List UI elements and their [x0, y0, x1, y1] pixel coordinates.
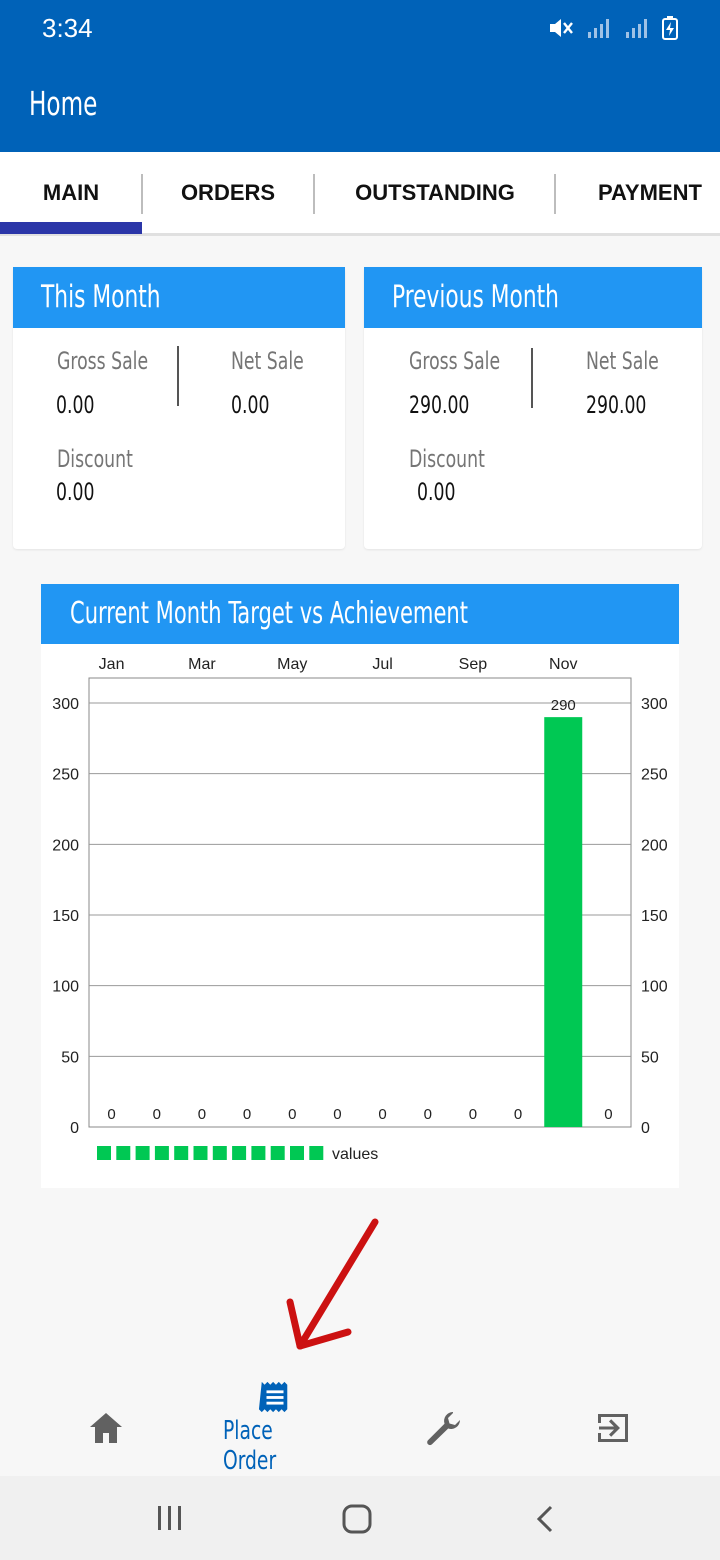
legend-label: values	[332, 1146, 378, 1163]
this-month-header: This Month	[13, 267, 345, 328]
status-time: 3:34	[42, 13, 93, 43]
divider	[531, 348, 533, 408]
legend-swatch	[116, 1146, 131, 1160]
nav-place-order[interactable]: Place Order	[210, 1380, 340, 1476]
tab-payment[interactable]: PAYMENT	[578, 152, 720, 234]
back-icon[interactable]	[533, 1504, 557, 1534]
nav-logout[interactable]	[563, 1380, 663, 1476]
gross-sale-value: 0.00	[56, 391, 95, 419]
legend-swatch	[154, 1146, 169, 1160]
app-bar: Home	[0, 56, 720, 152]
bar-value-label: 0	[514, 1106, 522, 1123]
wrench-icon	[427, 1412, 460, 1446]
status-icons	[548, 15, 678, 41]
x-tick-label: Sep	[459, 656, 488, 673]
x-tick-label: Mar	[188, 656, 216, 673]
legend-swatch	[97, 1146, 111, 1160]
y-tick-label-right: 200	[641, 837, 668, 854]
tab-bar: MAIN ORDERS OUTSTANDING PAYMENT	[0, 152, 720, 236]
nav-tools[interactable]	[393, 1380, 493, 1476]
y-tick-label-left: 250	[52, 767, 79, 784]
bar-chart: 0 0 50 50 100 100 150 150 200 200 250 250 300 300 Jan M…	[52, 656, 668, 1163]
previous-month-title: Previous Month	[392, 279, 559, 315]
legend-swatch	[135, 1146, 150, 1160]
this-month-card: This Month Gross Sale 0.00 Net Sale 0.00…	[13, 267, 345, 549]
status-bar: 3:34	[0, 0, 720, 56]
y-tick-label-left: 50	[61, 1049, 79, 1066]
bar-value-label: 0	[107, 1106, 115, 1123]
tab-outstanding[interactable]: OUTSTANDING	[315, 152, 555, 234]
logout-icon	[598, 1414, 628, 1442]
battery-charging-icon	[662, 16, 678, 40]
bottom-nav: Place Order	[0, 1380, 720, 1476]
y-tick-label-left: 0	[70, 1120, 79, 1137]
net-sale-label: Net Sale	[231, 347, 304, 375]
gross-sale-value: 290.00	[409, 391, 470, 419]
x-tick-label: Nov	[549, 656, 577, 673]
active-tab-indicator	[0, 222, 142, 234]
previous-month-header: Previous Month	[364, 267, 702, 328]
legend-swatch	[290, 1146, 304, 1160]
bar-value-label: 0	[153, 1106, 161, 1123]
y-tick-label-right: 0	[641, 1120, 650, 1137]
bar	[544, 717, 583, 1127]
y-tick-label-right: 50	[641, 1049, 659, 1066]
x-tick-label: May	[277, 656, 307, 673]
discount-label: Discount	[57, 445, 133, 473]
discount-value: 0.00	[56, 478, 95, 506]
recent-apps-icon[interactable]	[155, 1504, 185, 1532]
y-tick-label-right: 100	[641, 979, 668, 996]
legend-swatch	[270, 1146, 285, 1160]
x-tick-label: Jul	[372, 656, 392, 673]
bar-value-label: 290	[551, 697, 576, 714]
bar-value-label: 0	[333, 1106, 341, 1123]
gross-sale-label: Gross Sale	[409, 347, 501, 375]
legend-swatch	[193, 1146, 208, 1160]
y-tick-label-left: 200	[52, 837, 79, 854]
net-sale-value: 290.00	[586, 391, 647, 419]
home-button-icon[interactable]	[341, 1504, 373, 1534]
bar-value-label: 0	[469, 1106, 477, 1123]
previous-month-card: Previous Month Gross Sale 290.00 Net Sal…	[364, 267, 702, 549]
tab-divider	[554, 174, 556, 214]
legend-swatch	[174, 1146, 189, 1160]
net-sale-value: 0.00	[231, 391, 270, 419]
x-tick-label: Jan	[99, 656, 125, 673]
discount-label: Discount	[409, 445, 485, 473]
target-chart-card: Current Month Target vs Achievement 0 0 50…	[41, 584, 679, 1188]
system-nav-bar	[0, 1476, 720, 1560]
legend-swatch	[212, 1146, 227, 1160]
legend-swatch	[309, 1146, 324, 1160]
tab-orders[interactable]: ORDERS	[143, 152, 313, 234]
nav-place-order-label: Place Order	[223, 1416, 277, 1476]
y-tick-label-left: 150	[52, 908, 79, 925]
bar-value-label: 0	[198, 1106, 206, 1123]
y-tick-label-left: 300	[52, 696, 79, 713]
page-title: Home	[29, 84, 98, 123]
legend-swatch	[251, 1146, 266, 1160]
home-icon	[90, 1413, 122, 1443]
signal-icon-2	[626, 19, 647, 38]
mute-icon	[550, 19, 573, 37]
gross-sale-label: Gross Sale	[57, 347, 149, 375]
nav-home[interactable]	[56, 1380, 156, 1476]
discount-value: 0.00	[417, 478, 456, 506]
receipt-icon	[259, 1381, 288, 1413]
y-tick-label-right: 150	[641, 908, 668, 925]
y-tick-label-right: 250	[641, 767, 668, 784]
bar-value-label: 0	[604, 1106, 612, 1123]
bar-value-label: 0	[424, 1106, 432, 1123]
this-month-title: This Month	[41, 279, 161, 315]
y-tick-label-left: 100	[52, 979, 79, 996]
bar-value-label: 0	[243, 1106, 251, 1123]
bar-value-label: 0	[288, 1106, 296, 1123]
divider	[177, 346, 179, 406]
signal-icon	[588, 19, 609, 38]
net-sale-label: Net Sale	[586, 347, 659, 375]
bar-value-label: 0	[378, 1106, 386, 1123]
legend-swatch	[232, 1146, 247, 1160]
y-tick-label-right: 300	[641, 696, 668, 713]
